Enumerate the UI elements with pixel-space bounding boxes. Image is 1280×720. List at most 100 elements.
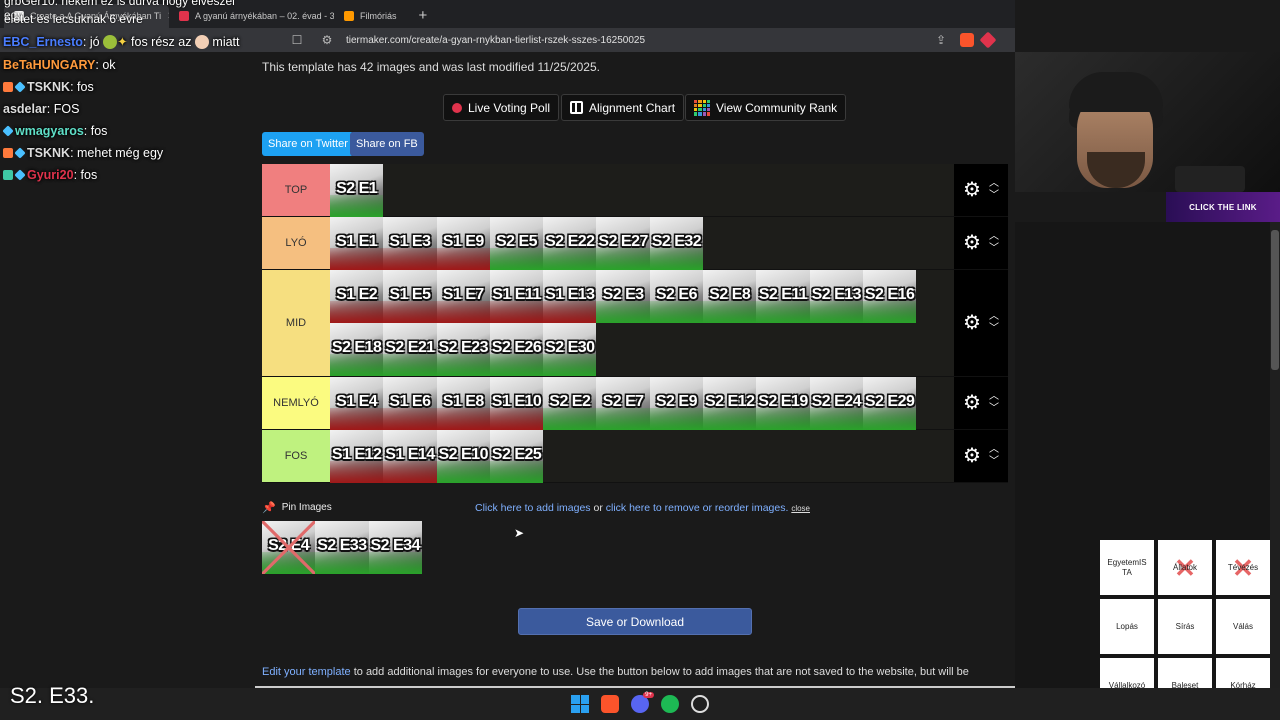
tier-label[interactable]: FOS bbox=[262, 430, 330, 482]
episode-tile[interactable]: S2 E19 bbox=[756, 377, 810, 430]
share-icon[interactable]: ⇪ bbox=[930, 33, 952, 47]
brave-browser-icon[interactable] bbox=[601, 695, 619, 713]
live-voting-poll-button[interactable]: Live Voting Poll bbox=[443, 94, 560, 121]
move-tier-up-icon[interactable]: ︿ bbox=[989, 312, 999, 322]
episode-tile[interactable]: S1 E10 bbox=[489, 377, 544, 430]
move-tier-down-icon[interactable]: ﹀ bbox=[989, 324, 999, 334]
share-facebook-button[interactable]: Share on FB bbox=[350, 132, 424, 156]
diamond-badge-icon bbox=[14, 81, 26, 93]
alignment-chart-button[interactable]: Alignment Chart bbox=[561, 94, 685, 121]
close-link[interactable]: close bbox=[791, 504, 810, 513]
episode-tile[interactable]: S2 E24 bbox=[809, 377, 863, 430]
episode-tile[interactable]: S2 E27 bbox=[596, 217, 650, 270]
tier-label[interactable]: NEMLYÓ bbox=[262, 377, 330, 429]
episode-tile[interactable]: S1 E8 bbox=[436, 377, 490, 430]
move-tier-down-icon[interactable]: ﹀ bbox=[989, 244, 999, 254]
episode-tile[interactable]: S2 E32 bbox=[649, 217, 704, 270]
episode-tile[interactable]: S1 E4 bbox=[330, 377, 384, 430]
episode-tile[interactable]: S2 E34 bbox=[368, 521, 422, 574]
tier-settings-gear-icon[interactable]: ⚙ bbox=[963, 180, 981, 200]
spotify-icon[interactable] bbox=[661, 695, 679, 713]
save-or-download-button[interactable]: Save or Download bbox=[518, 608, 752, 635]
episode-tile[interactable]: S2 E21 bbox=[383, 323, 437, 376]
view-community-rank-button[interactable]: View Community Rank bbox=[685, 94, 847, 121]
episode-tile[interactable]: S2 E11 bbox=[756, 270, 810, 323]
episode-tile[interactable]: S1 E12 bbox=[330, 430, 384, 483]
new-tab-icon[interactable]: + bbox=[407, 7, 440, 28]
share-twitter-button[interactable]: Share on Twitter bbox=[262, 132, 354, 156]
episode-tile[interactable]: S2 E3 bbox=[596, 270, 650, 323]
episode-label: S2 E18 bbox=[331, 339, 382, 356]
episode-tile[interactable]: S2 E18 bbox=[330, 323, 384, 376]
episode-tile[interactable]: S1 E9 bbox=[436, 217, 490, 270]
episode-tile[interactable]: S2 E30 bbox=[543, 323, 597, 376]
episode-tile[interactable]: S2 E23 bbox=[436, 323, 490, 376]
url-text[interactable]: tiermaker.com/create/a-gyan-rnykban-tier… bbox=[346, 35, 645, 46]
episode-tile[interactable]: S2 E6 bbox=[649, 270, 704, 323]
discord-badge: 9+ bbox=[643, 692, 654, 698]
episode-tile[interactable]: S1 E11 bbox=[489, 270, 544, 323]
tier-items[interactable]: S2 E1 bbox=[330, 164, 954, 217]
episode-tile[interactable]: S2 E7 bbox=[596, 377, 650, 430]
move-tier-up-icon[interactable]: ︿ bbox=[989, 445, 999, 455]
tier-settings-gear-icon[interactable]: ⚙ bbox=[963, 313, 981, 333]
obs-icon[interactable] bbox=[691, 695, 709, 713]
chat-text: fos bbox=[87, 124, 108, 138]
episode-tile[interactable]: S2 E26 bbox=[489, 323, 544, 376]
episode-tile[interactable]: S2 E2 bbox=[543, 377, 597, 430]
episode-tile[interactable]: S1 E13 bbox=[543, 270, 597, 323]
tab-filmorias[interactable]: Filmóriás bbox=[334, 4, 407, 28]
tier-label[interactable]: MID bbox=[262, 270, 330, 376]
rewards-icon[interactable] bbox=[979, 31, 997, 49]
episode-tile[interactable]: S1 E3 bbox=[383, 217, 437, 270]
move-tier-down-icon[interactable]: ﹀ bbox=[989, 404, 999, 414]
tier-items[interactable]: S1 E1 S1 E3 S1 E9 S2 E5 S2 E22 S2 E27 S2 E32 bbox=[330, 217, 954, 270]
episode-tile[interactable]: S2 E13 bbox=[809, 270, 863, 323]
episode-tile[interactable]: S2 E22 bbox=[543, 217, 597, 270]
episode-tile[interactable]: S1 E14 bbox=[383, 430, 437, 483]
move-tier-down-icon[interactable]: ﹀ bbox=[989, 457, 999, 467]
brave-shield-icon[interactable] bbox=[960, 33, 974, 47]
episode-tile[interactable]: S1 E7 bbox=[436, 270, 490, 323]
episode-tile[interactable]: S1 E5 bbox=[383, 270, 437, 323]
edit-template-link[interactable]: Edit your template bbox=[262, 666, 351, 678]
episode-tile[interactable]: S2 E8 bbox=[703, 270, 757, 323]
tier-settings-gear-icon[interactable]: ⚙ bbox=[963, 446, 981, 466]
move-tier-up-icon[interactable]: ︿ bbox=[989, 392, 999, 402]
episode-tile[interactable]: S2 E12 bbox=[703, 377, 757, 430]
tier-label[interactable]: LYÓ bbox=[262, 217, 330, 269]
tier-settings-gear-icon[interactable]: ⚙ bbox=[963, 393, 981, 413]
episode-tile[interactable]: S2 E9 bbox=[649, 377, 704, 430]
episode-tile[interactable]: S2 E29 bbox=[862, 377, 917, 430]
tier-row: NEMLYÓ S1 E4 S1 E6 S1 E8 S1 E10 S2 E2 S2 E7 S2 … bbox=[262, 377, 1008, 430]
discord-icon[interactable]: 9+ bbox=[631, 692, 654, 713]
windows-start-icon[interactable] bbox=[571, 695, 589, 713]
move-tier-down-icon[interactable]: ﹀ bbox=[989, 191, 999, 201]
scrollbar-thumb[interactable] bbox=[1271, 230, 1279, 370]
move-tier-up-icon[interactable]: ︿ bbox=[989, 179, 999, 189]
add-images-link[interactable]: Click here to add images bbox=[475, 502, 591, 514]
episode-tile[interactable]: S2 E1 bbox=[330, 164, 384, 217]
episode-tile[interactable]: S2 E4 bbox=[262, 521, 316, 574]
episode-tile[interactable]: S2 E10 bbox=[436, 430, 490, 483]
template-info: This template has 42 images and was last… bbox=[262, 60, 600, 74]
reorder-images-link[interactable]: click here to remove or reorder images. bbox=[606, 502, 789, 514]
tier-items[interactable]: S1 E12 S1 E14 S2 E10 S2 E25 bbox=[330, 430, 954, 483]
bingo-cell: ✕ Állatok bbox=[1158, 540, 1212, 595]
pin-images-toggle[interactable]: 📌 Pin Images bbox=[262, 501, 332, 514]
episode-tile[interactable]: S2 E25 bbox=[489, 430, 544, 483]
bookmark-icon[interactable]: ☐ bbox=[286, 33, 308, 47]
move-tier-up-icon[interactable]: ︿ bbox=[989, 232, 999, 242]
site-settings-icon[interactable]: ⚙ bbox=[316, 33, 338, 47]
episode-tile[interactable]: S2 E16 bbox=[862, 270, 917, 323]
episode-tile[interactable]: S1 E1 bbox=[330, 217, 384, 270]
tier-label[interactable]: TOP bbox=[262, 164, 330, 216]
tier-items[interactable]: S1 E4 S1 E6 S1 E8 S1 E10 S2 E2 S2 E7 S2 E9 S2 E… bbox=[330, 377, 954, 430]
url-box[interactable]: ☐ ⚙ tiermaker.com/create/a-gyan-rnykban-… bbox=[280, 30, 1000, 50]
episode-tile[interactable]: S1 E2 bbox=[330, 270, 384, 323]
tier-items[interactable]: S1 E2 S1 E5 S1 E7 S1 E11 S1 E13 S2 E3 S2 E6 S2 … bbox=[330, 270, 954, 376]
episode-tile[interactable]: S1 E6 bbox=[383, 377, 437, 430]
episode-tile[interactable]: S2 E5 bbox=[489, 217, 544, 270]
episode-tile[interactable]: S2 E33 bbox=[315, 521, 369, 574]
tier-settings-gear-icon[interactable]: ⚙ bbox=[963, 233, 981, 253]
